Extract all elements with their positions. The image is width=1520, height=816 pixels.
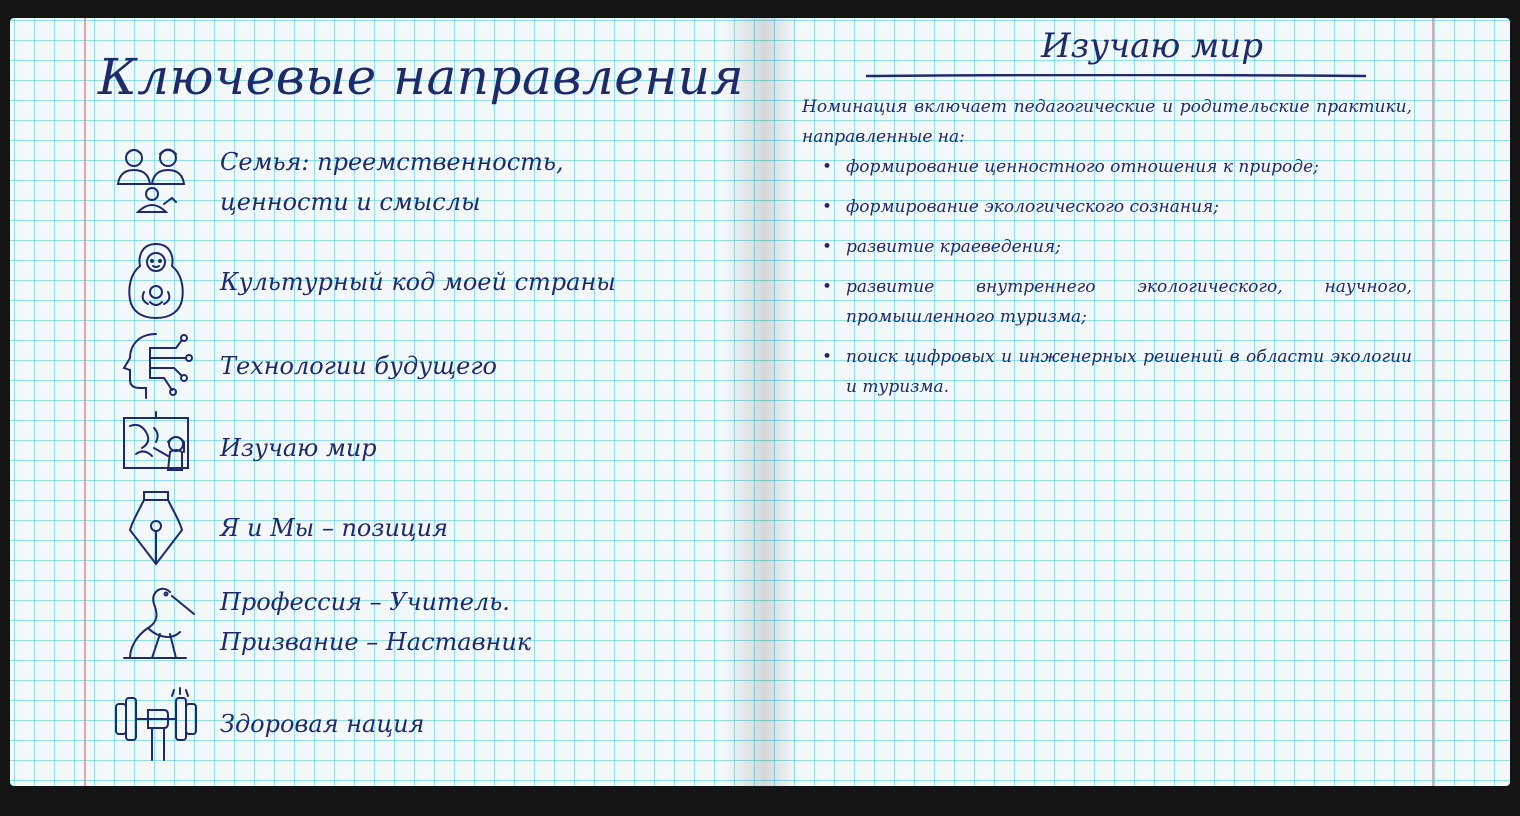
- direction-item-position[interactable]: Я и Мы – позиция: [110, 488, 670, 568]
- family-icon: [110, 142, 202, 222]
- list-item: • формирование экологического сознания;: [822, 197, 1219, 217]
- pen-nib-icon: [110, 488, 202, 568]
- direction-item-health[interactable]: Здоровая нация: [110, 684, 670, 764]
- right-page: Изучаю мир Номинация включает педагогиче…: [762, 18, 1510, 786]
- direction-label: Изучаю мир: [220, 434, 377, 462]
- direction-item-tech[interactable]: Технологии будущего: [110, 326, 670, 406]
- intro-text: Номинация включает педагогические и роди…: [802, 97, 1412, 147]
- list-item: • развитие внутреннего экологического, на…: [822, 277, 1412, 327]
- direction-item-culture[interactable]: Культурный код моей страны: [110, 242, 670, 322]
- direction-item-teacher[interactable]: Профессия – Учитель. Призвание – Наставн…: [110, 582, 670, 662]
- notebook-spread: Ключевые направления Семья: преемственно…: [10, 18, 1510, 786]
- list-item: • формирование ценностного отношения к пр…: [822, 157, 1319, 177]
- page-fold-shadow: [722, 18, 762, 786]
- matryoshka-icon: [110, 242, 202, 322]
- circuit-head-icon: [110, 326, 202, 406]
- direction-item-family[interactable]: Семья: преемственность, ценности и смысл…: [110, 142, 670, 222]
- direction-label: Технологии будущего: [220, 352, 497, 380]
- direction-item-world[interactable]: Изучаю мир: [110, 408, 670, 488]
- direction-label: Профессия – Учитель. Призвание – Наставн…: [220, 588, 532, 656]
- right-margin-line: [1432, 18, 1434, 786]
- section-title: Изучаю мир: [1041, 26, 1263, 66]
- page-fold-shadow: [762, 18, 798, 786]
- dumbbell-icon: [110, 684, 202, 764]
- stork-icon: [110, 582, 202, 662]
- direction-label: Я и Мы – позиция: [220, 514, 449, 542]
- page-title: Ключевые направления: [98, 48, 745, 106]
- direction-label: Здоровая нация: [220, 710, 425, 738]
- left-margin-line: [84, 18, 86, 786]
- list-item: • поиск цифровых и инженерных решений в о…: [822, 347, 1412, 397]
- left-page: Ключевые направления Семья: преемственно…: [10, 18, 762, 786]
- direction-label: Семья: преемственность, ценности и смысл…: [220, 148, 564, 216]
- title-underline: [866, 74, 1366, 78]
- practice-list: • формирование ценностного отношения к пр…: [802, 152, 1412, 412]
- map-board-icon: [110, 408, 202, 488]
- direction-label: Культурный код моей страны: [220, 268, 616, 296]
- list-item: • развитие краеведения;: [822, 237, 1061, 257]
